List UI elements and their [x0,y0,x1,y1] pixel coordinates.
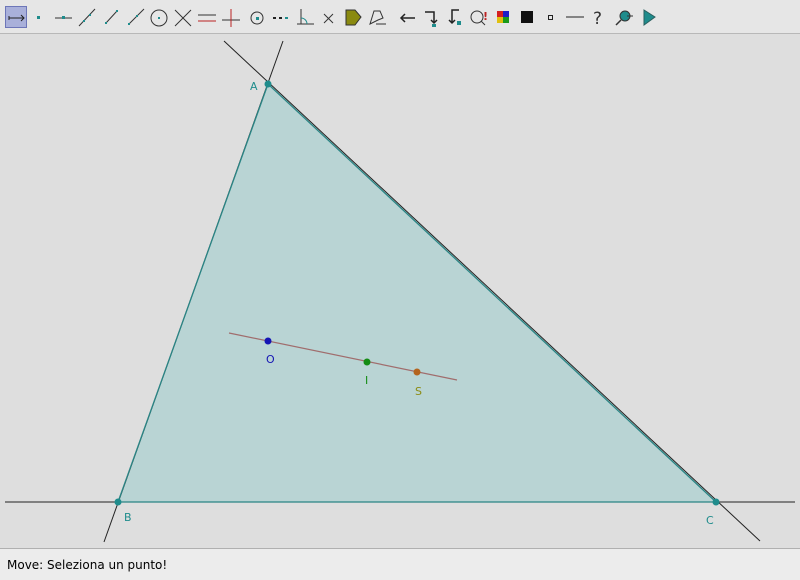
small-square-icon [548,15,553,20]
fill-square-icon [521,11,533,23]
ray-tool-button[interactable] [124,6,146,28]
polygon-tool-button[interactable] [342,6,364,28]
intersection-tool-button[interactable] [172,6,194,28]
line-style-icon [566,16,584,18]
hide-icon [448,9,461,25]
fill-tool-button[interactable] [516,6,538,28]
info-tool-button[interactable]: ! [468,6,490,28]
ray-icon [128,8,145,25]
perpendicular-tool-button[interactable] [220,6,242,28]
segment-tool-button[interactable] [100,6,122,28]
point-b-label: B [124,511,132,524]
line-tool-button[interactable] [76,6,98,28]
back-arrow-icon [399,13,415,23]
zoom-tool-button[interactable] [612,6,634,28]
toolbar: ! ? [0,0,800,34]
line-style-tool-button[interactable] [564,6,586,28]
svg-text:!: ! [483,10,488,23]
point-s-label: S [415,385,422,398]
point-i[interactable] [363,358,371,366]
status-bar: Move: Seleziona un punto! [0,548,800,580]
point-on-object-tool-button[interactable] [52,6,74,28]
move-tool-button[interactable] [5,6,27,28]
run-tool-button[interactable] [638,6,660,28]
help-tool-button[interactable]: ? [588,6,610,28]
point-s[interactable] [413,368,421,376]
play-icon [643,9,656,26]
point-a-label: A [250,80,258,93]
info-icon: ! [470,10,488,26]
help-glyph: ? [593,9,602,28]
line-icon [78,8,96,27]
point-o-label: O [266,353,275,366]
point-o[interactable] [264,337,272,345]
triangle-abc[interactable] [118,84,716,502]
status-message: Move: Seleziona un punto! [7,558,168,572]
dotted-line-icon [273,17,288,19]
point-i-label: I [365,374,368,387]
midpoint-tool-button[interactable] [246,6,268,28]
point-a[interactable] [264,80,272,88]
circle-tool-button[interactable] [148,6,170,28]
move-arrow-icon [8,14,25,22]
circle-icon [150,9,168,27]
perpendicular-line-icon [222,9,240,27]
color-palette-icon [497,11,509,23]
macro-icon [369,10,386,25]
magnifier-icon [615,10,633,26]
point-c-label: C [706,514,714,527]
point-tool-button[interactable] [28,6,50,28]
cross-icon [323,13,334,24]
color-tool-button[interactable] [492,6,514,28]
angle-tool-button[interactable] [294,6,316,28]
midpoint-icon [250,11,264,25]
intersection-icon [174,9,192,27]
drawing-canvas[interactable]: A B C O I S [0,34,800,548]
angle-icon [297,9,314,25]
hide-tool-button[interactable] [444,6,466,28]
parallel-line-icon [198,14,216,22]
point-on-line-icon [55,16,72,19]
point-style-tool-button[interactable] [540,6,562,28]
back-tool-button[interactable] [396,6,418,28]
locus-tool-button[interactable] [270,6,292,28]
segment-icon [105,10,118,24]
delete-tool-button[interactable] [318,6,340,28]
point-b[interactable] [114,498,122,506]
point-icon [37,16,40,19]
macro-tool-button[interactable] [366,6,388,28]
polygon-icon [345,9,362,26]
question-mark-icon: ? [593,9,602,28]
point-c[interactable] [712,498,720,506]
rename-tool-button[interactable] [420,6,442,28]
rename-icon [425,11,438,27]
parallel-tool-button[interactable] [196,6,218,28]
